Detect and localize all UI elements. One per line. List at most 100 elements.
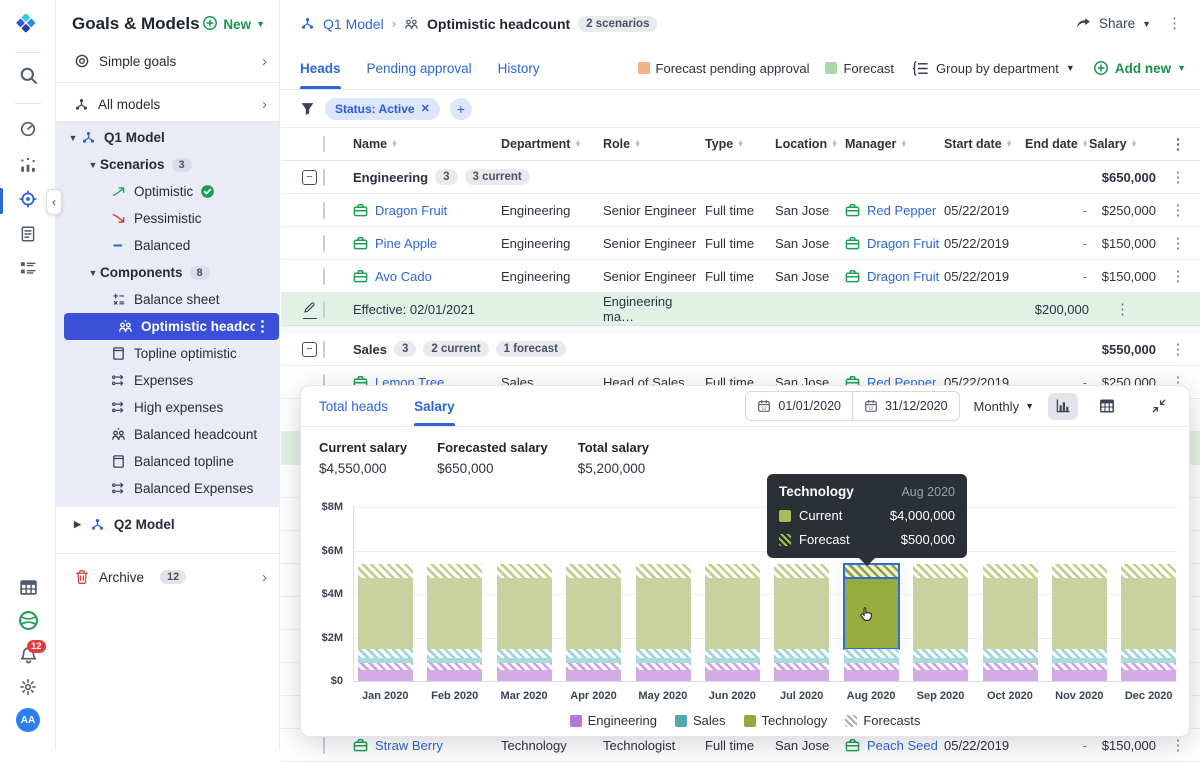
chart-legend-item[interactable]: Forecasts bbox=[845, 713, 920, 728]
bar-segment-engineering-forecast[interactable] bbox=[497, 663, 552, 671]
bar-segment-engineering-forecast[interactable] bbox=[913, 663, 968, 671]
bar-mar-2020[interactable] bbox=[497, 564, 552, 681]
tree-caret-icon[interactable]: ▼ bbox=[86, 160, 100, 170]
sort-icon[interactable]: ▲▼ bbox=[900, 141, 907, 148]
bar-segment-engineering-forecast[interactable] bbox=[636, 663, 691, 671]
tab-pending-approval[interactable]: Pending approval bbox=[367, 47, 472, 89]
bar-segment-engineering[interactable] bbox=[1121, 670, 1176, 681]
notifications-bell-icon[interactable]: 12 bbox=[0, 646, 56, 665]
bar-segment-sales-forecast[interactable] bbox=[566, 649, 621, 657]
granularity-dropdown[interactable]: Monthly ▼ bbox=[974, 399, 1034, 414]
tree-item-topline-optimistic[interactable]: Topline optimistic bbox=[56, 340, 279, 367]
bar-segment-sales-forecast[interactable] bbox=[427, 649, 482, 657]
add-filter-button[interactable]: + bbox=[450, 98, 472, 120]
bar-segment-technology[interactable] bbox=[705, 578, 760, 650]
chart-view-button[interactable] bbox=[1048, 393, 1078, 420]
breadcrumb-model-link[interactable]: Q1 Model bbox=[323, 16, 384, 32]
sort-icon[interactable]: ▲▼ bbox=[1082, 141, 1089, 148]
bar-segment-technology-forecast[interactable] bbox=[497, 564, 552, 578]
tree-item-pessimistic[interactable]: Pessimistic bbox=[56, 205, 279, 232]
new-button[interactable]: New ▼ bbox=[202, 15, 265, 34]
tab-history[interactable]: History bbox=[498, 47, 540, 89]
manager-link[interactable]: Dragon Fruit bbox=[867, 236, 939, 251]
tree-item-high-expenses[interactable]: High expenses bbox=[56, 394, 279, 421]
employee-link[interactable]: Pine Apple bbox=[375, 236, 437, 251]
bar-segment-technology-forecast[interactable] bbox=[844, 564, 899, 578]
bar-oct-2020[interactable] bbox=[983, 564, 1038, 681]
close-icon[interactable]: ✕ bbox=[421, 102, 430, 115]
panel-tab-total-heads[interactable]: Total heads bbox=[319, 386, 388, 426]
bar-segment-engineering[interactable] bbox=[358, 670, 413, 681]
tree-item-components[interactable]: ▼Components8 bbox=[56, 259, 279, 286]
sort-icon[interactable]: ▲▼ bbox=[737, 141, 744, 148]
bar-segment-engineering[interactable] bbox=[774, 670, 829, 681]
column-header-manager[interactable]: Manager bbox=[845, 137, 896, 151]
row-checkbox[interactable] bbox=[323, 235, 325, 252]
row-menu-button[interactable]: ⋮ bbox=[1171, 235, 1186, 252]
bar-segment-engineering[interactable] bbox=[913, 670, 968, 681]
panel-tab-salary[interactable]: Salary bbox=[414, 386, 455, 426]
bar-segment-technology-forecast[interactable] bbox=[1052, 564, 1107, 578]
search-icon[interactable] bbox=[0, 66, 56, 85]
dashboard-icon[interactable] bbox=[0, 120, 56, 138]
bar-jul-2020[interactable] bbox=[774, 564, 829, 681]
item-menu-button[interactable]: ⋮ bbox=[255, 319, 270, 334]
column-header-type[interactable]: Type bbox=[705, 137, 733, 151]
settings-gear-icon[interactable] bbox=[0, 678, 56, 696]
bar-segment-sales-forecast[interactable] bbox=[705, 649, 760, 657]
bar-sep-2020[interactable] bbox=[913, 564, 968, 681]
bar-jan-2020[interactable] bbox=[358, 564, 413, 681]
row-menu-button[interactable]: ⋮ bbox=[1171, 202, 1186, 219]
sort-icon[interactable]: ▲▼ bbox=[391, 141, 398, 148]
bar-dec-2020[interactable] bbox=[1121, 564, 1176, 681]
sort-icon[interactable]: ▲▼ bbox=[1131, 141, 1138, 148]
column-header-role[interactable]: Role bbox=[603, 137, 630, 151]
pages-icon[interactable] bbox=[0, 225, 56, 243]
bar-segment-sales-forecast[interactable] bbox=[1052, 649, 1107, 657]
bar-segment-sales-forecast[interactable] bbox=[913, 649, 968, 657]
tree-item-balanced[interactable]: Balanced bbox=[56, 232, 279, 259]
sidebar-collapse-button[interactable]: ‹ bbox=[46, 189, 62, 215]
row-checkbox[interactable] bbox=[323, 301, 325, 318]
edit-pencil-icon[interactable] bbox=[303, 300, 317, 319]
bar-segment-engineering[interactable] bbox=[1052, 670, 1107, 681]
tree-caret-icon[interactable]: ▼ bbox=[66, 133, 80, 143]
sort-icon[interactable]: ▲▼ bbox=[634, 141, 641, 148]
row-menu-button[interactable]: ⋮ bbox=[1115, 301, 1130, 318]
bar-segment-technology[interactable] bbox=[983, 578, 1038, 650]
bar-segment-engineering[interactable] bbox=[844, 670, 899, 681]
row-checkbox[interactable] bbox=[323, 202, 325, 219]
bar-segment-engineering-forecast[interactable] bbox=[427, 663, 482, 671]
bar-segment-sales-forecast[interactable] bbox=[774, 649, 829, 657]
share-button[interactable]: Share ▼ bbox=[1075, 15, 1151, 32]
column-header-start-date[interactable]: Start date bbox=[944, 137, 1002, 151]
tree-item-balanced-expenses[interactable]: Balanced Expenses bbox=[56, 475, 279, 502]
sort-icon[interactable]: ▲▼ bbox=[574, 141, 581, 148]
bar-feb-2020[interactable] bbox=[427, 564, 482, 681]
row-menu-button[interactable]: ⋮ bbox=[1171, 737, 1186, 754]
bar-segment-engineering[interactable] bbox=[983, 670, 1038, 681]
bar-segment-technology[interactable] bbox=[913, 578, 968, 650]
table-view-button[interactable] bbox=[1092, 393, 1122, 420]
bar-segment-technology-forecast[interactable] bbox=[358, 564, 413, 578]
tree-item-scenarios[interactable]: ▼Scenarios3 bbox=[56, 151, 279, 178]
group-by-dropdown[interactable]: Group by department ▼ bbox=[912, 60, 1075, 77]
column-header-end-date[interactable]: End date bbox=[1025, 137, 1078, 151]
bar-segment-technology-forecast[interactable] bbox=[774, 564, 829, 578]
column-header-salary[interactable]: Salary bbox=[1089, 137, 1127, 151]
bar-segment-engineering-forecast[interactable] bbox=[844, 663, 899, 671]
bar-segment-technology-forecast[interactable] bbox=[983, 564, 1038, 578]
bar-segment-technology[interactable] bbox=[1121, 578, 1176, 650]
reports-icon[interactable] bbox=[0, 156, 56, 174]
bar-segment-engineering-forecast[interactable] bbox=[774, 663, 829, 671]
manager-link[interactable]: Dragon Fruit bbox=[867, 269, 939, 284]
select-all-checkbox[interactable] bbox=[323, 136, 325, 152]
columns-menu-button[interactable]: ⋮ bbox=[1171, 136, 1186, 153]
bar-may-2020[interactable] bbox=[636, 564, 691, 681]
bar-segment-technology[interactable] bbox=[497, 578, 552, 650]
bar-segment-technology-forecast[interactable] bbox=[636, 564, 691, 578]
row-checkbox[interactable] bbox=[323, 737, 325, 754]
bar-segment-technology-forecast[interactable] bbox=[1121, 564, 1176, 578]
sort-icon[interactable]: ▲▼ bbox=[1006, 141, 1013, 148]
bar-segment-engineering[interactable] bbox=[705, 670, 760, 681]
